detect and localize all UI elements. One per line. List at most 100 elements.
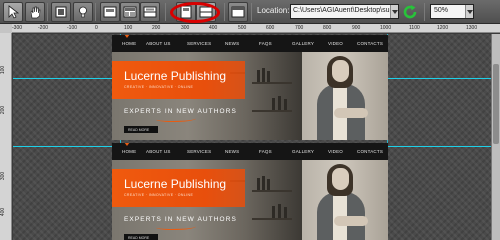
bookshelf-image (252, 190, 292, 192)
location-label: Location: (257, 6, 290, 15)
site-nav-item[interactable]: CONTACTS (357, 149, 383, 154)
ruler-tick-label: 800 (323, 25, 332, 31)
read-more-button[interactable]: READ MORE (124, 126, 158, 133)
site-nav-item[interactable]: GALLERY (292, 41, 314, 46)
ruler-tick-label: 1100 (409, 25, 420, 31)
scrollbar-thumb[interactable] (493, 64, 499, 144)
page-preview-bottom[interactable]: HOME ABOUT US SERVICES NEWS FAQS GALLERY VIDEO… (112, 143, 388, 240)
site-nav-item[interactable]: HOME (122, 41, 136, 46)
vertical-scrollbar[interactable] (491, 34, 500, 240)
ruler-tick-label: 1300 (466, 25, 478, 31)
toolbar-divider (47, 3, 48, 21)
ruler-tick-label: 1200 (437, 25, 449, 31)
toolbar-divider (424, 3, 425, 21)
site-nav-item[interactable]: HOME (122, 149, 136, 154)
bookshelf-image (252, 218, 292, 220)
site-nav-item[interactable]: FAQS (259, 149, 272, 154)
site-nav-item[interactable]: SERVICES (187, 41, 211, 46)
ruler-tick-label: 100 (0, 65, 7, 75)
frame-tool-button[interactable] (51, 2, 71, 22)
ruler-tick-label: 400 (209, 25, 218, 31)
site-nav-item[interactable]: GALLERY (292, 149, 314, 154)
site-nav-item[interactable]: ABOUT US (146, 149, 171, 154)
book-image (284, 99, 287, 110)
ruler-tick-label: 0 (95, 25, 98, 31)
ruler-tick-label: 200 (152, 25, 161, 31)
site-nav-item[interactable]: VIDEO (328, 41, 343, 46)
brand-banner: Lucerne Publishing CREATIVE · INNOVATIVE … (112, 169, 245, 207)
site-nav-bar: HOME ABOUT US SERVICES NEWS FAQS GALLERY VIDEO… (112, 143, 388, 160)
toolbar-divider (95, 3, 96, 21)
book-image (284, 207, 287, 218)
zoom-dropdown-arrow-icon[interactable] (465, 5, 473, 18)
layout-single-icon (103, 6, 117, 18)
layout-single-button[interactable] (100, 2, 120, 22)
hand-tool-button[interactable] (25, 2, 45, 22)
toolbar: Location: C:\Users\AGIAuent\Desktop\supe… (0, 0, 500, 24)
site-nav-item[interactable]: CONTACTS (357, 41, 383, 46)
brand-title: Lucerne Publishing (124, 177, 227, 191)
site-nav-item[interactable]: VIDEO (328, 149, 343, 154)
vertical-ruler[interactable]: 100 200 300 400 (0, 33, 12, 240)
brand-banner: Lucerne Publishing CREATIVE · INNOVATIVE … (112, 61, 245, 99)
brand-title: Lucerne Publishing (124, 69, 227, 83)
preview-mode-button[interactable] (228, 2, 248, 22)
ruler-tick-label: -200 (38, 25, 49, 31)
portrait-figure (332, 60, 349, 82)
portrait-figure (334, 216, 368, 226)
refresh-icon[interactable] (402, 4, 418, 20)
book-image (278, 204, 281, 218)
ruler-tick-label: 300 (181, 25, 190, 31)
location-dropdown-arrow-icon[interactable] (390, 5, 398, 18)
portrait-figure (334, 108, 368, 118)
editor-window: Location: C:\Users\AGIAuent\Desktop\supe… (0, 0, 500, 240)
ruler-tick-label: 400 (0, 207, 7, 217)
toolbar-divider (224, 3, 225, 21)
ruler-tick-label: 100 (124, 25, 133, 31)
layout-columns-button[interactable] (120, 2, 140, 22)
hero-headline: EXPERTS IN NEW AUTHORS (124, 216, 237, 223)
ruler-tick-label: 200 (0, 105, 7, 115)
layout-columns-icon (123, 6, 137, 18)
layout-split-button[interactable] (140, 2, 160, 22)
arrow-cursor-icon (8, 5, 20, 19)
hero-banner: Lucerne Publishing CREATIVE · INNOVATIVE … (112, 52, 388, 140)
book-image (267, 179, 270, 190)
frame-icon (55, 6, 67, 18)
book-image (257, 70, 260, 82)
ruler-tick-label: -100 (67, 25, 78, 31)
book-image (272, 98, 275, 110)
bookshelf-image (252, 82, 292, 84)
horizontal-ruler[interactable]: -300 -200 -100 0 100 200 300 400 500 600 700 800 900… (12, 24, 500, 33)
highlight-annotation (170, 2, 220, 23)
portrait-figure (332, 168, 349, 190)
brand-tagline: CREATIVE · INNOVATIVE · ONLINE (124, 193, 194, 197)
layout-split-icon (143, 6, 157, 18)
book-image (272, 206, 275, 218)
hint-tool-button[interactable] (73, 2, 93, 22)
ruler-tick-label: 500 (238, 25, 247, 31)
read-more-button[interactable]: READ MORE (124, 234, 158, 240)
window-icon (231, 6, 245, 18)
select-tool-button[interactable] (3, 2, 23, 22)
ruler-tick-label: -300 (12, 25, 23, 31)
book-image (262, 176, 265, 190)
book-image (278, 96, 281, 110)
location-input[interactable]: C:\Users\AGIAuent\Desktop\superp (290, 4, 399, 19)
brand-tagline: CREATIVE · INNOVATIVE · ONLINE (124, 85, 194, 89)
ruler-tick-label: 1000 (380, 25, 392, 31)
ruler-tick-label: 600 (266, 25, 275, 31)
ruler-corner (0, 24, 12, 33)
site-nav-item[interactable]: ABOUT US (146, 41, 171, 46)
bookshelf-image (252, 110, 292, 112)
page-preview-top[interactable]: HOME ABOUT US SERVICES NEWS FAQS GALLERY VIDEO… (112, 35, 388, 140)
site-nav-item[interactable]: FAQS (259, 41, 272, 46)
ruler-tick-label: 700 (295, 25, 304, 31)
site-nav-item[interactable]: SERVICES (187, 149, 211, 154)
lightbulb-icon (79, 6, 87, 18)
hero-banner: Lucerne Publishing CREATIVE · INNOVATIVE … (112, 160, 388, 240)
ruler-tick-label: 300 (0, 171, 7, 181)
book-image (267, 71, 270, 82)
site-nav-item[interactable]: NEWS (225, 41, 239, 46)
site-nav-item[interactable]: NEWS (225, 149, 239, 154)
